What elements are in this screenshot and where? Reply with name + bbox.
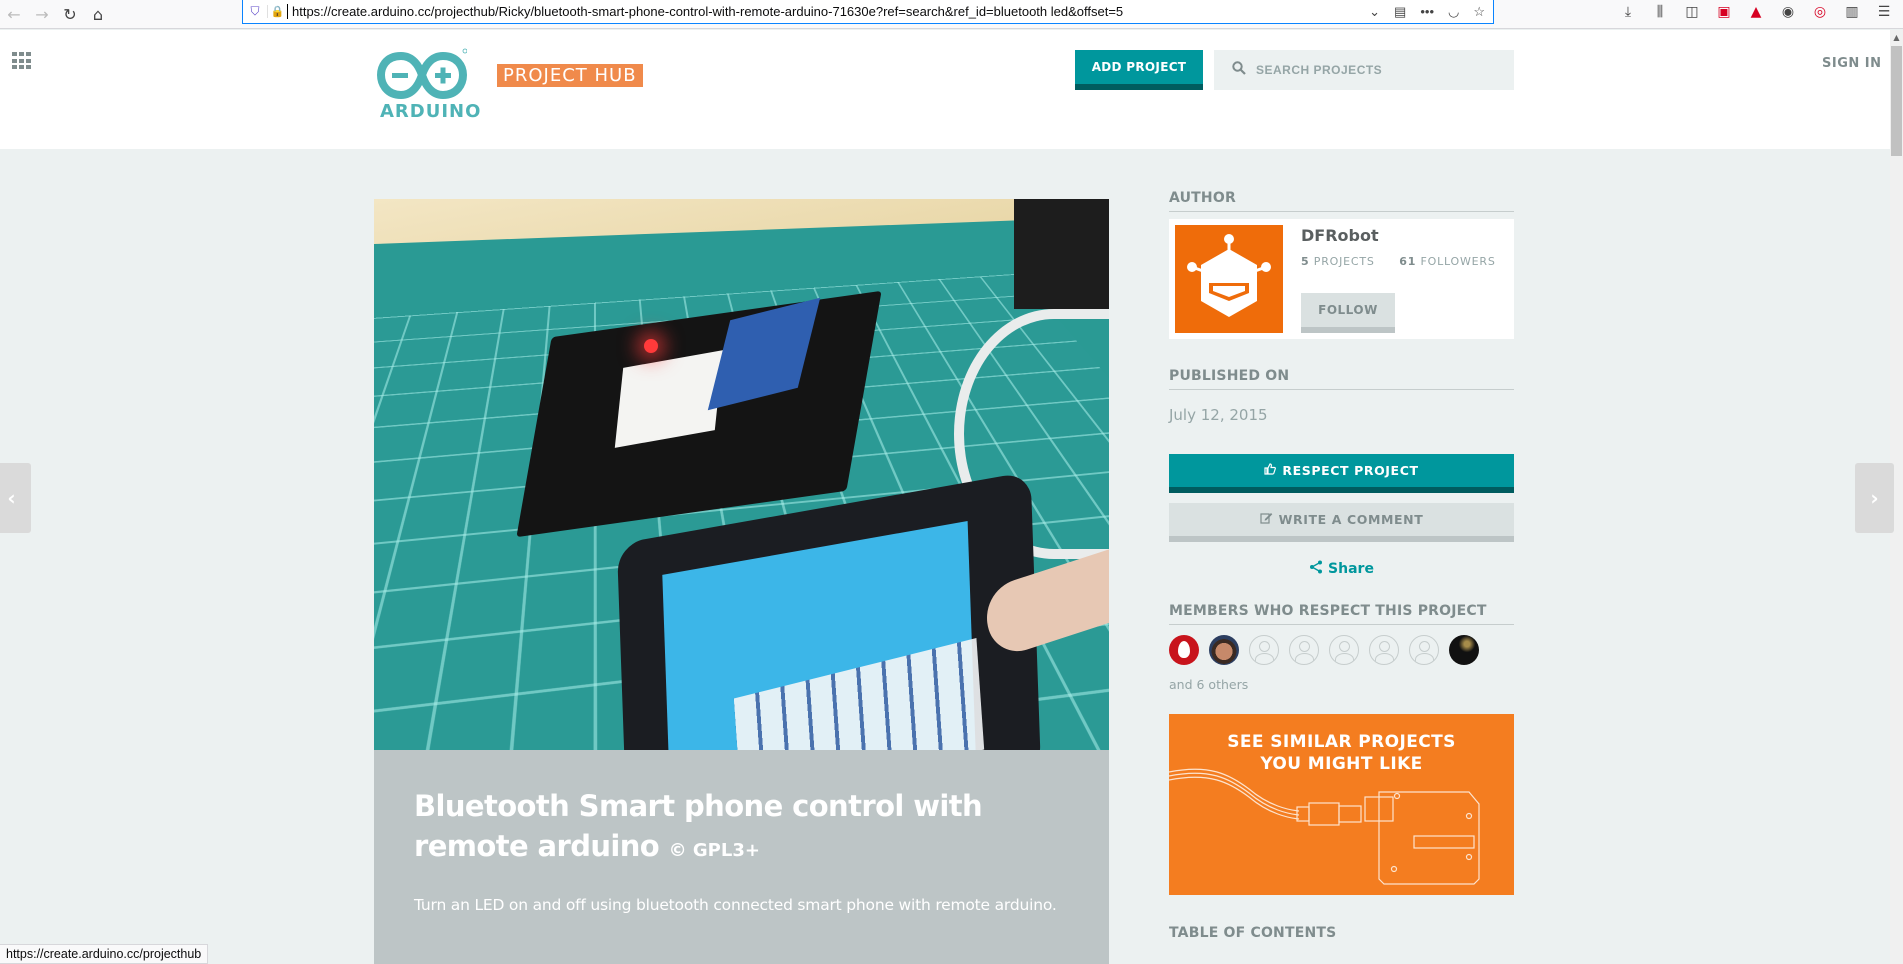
sidebar-icon[interactable]: ◫ xyxy=(1683,4,1701,20)
extension-icon[interactable]: ▣ xyxy=(1715,4,1733,20)
browser-toolbar: ← → ↻ ⌂ ⛉ 🔒 https://create.arduino.cc/pr… xyxy=(0,0,1903,29)
apps-grid-icon[interactable] xyxy=(12,52,32,70)
respect-project-button[interactable]: RESPECT PROJECT xyxy=(1169,454,1514,493)
share-button[interactable]: Share xyxy=(1169,560,1514,578)
followers-count: 61 xyxy=(1399,255,1417,268)
arduino-infinity-icon xyxy=(377,48,467,100)
author-stats: 5 PROJECTS 61 FOLLOWERS xyxy=(1301,255,1496,268)
similar-line-1: SEE SIMILAR PROJECTS xyxy=(1227,732,1456,752)
project-cover-image[interactable] xyxy=(374,199,1109,750)
author-heading: AUTHOR xyxy=(1169,190,1514,212)
published-heading: PUBLISHED ON xyxy=(1169,368,1514,390)
downloads-icon[interactable]: ⤓ xyxy=(1619,4,1637,20)
similar-projects-title: SEE SIMILAR PROJECTS YOU MIGHT LIKE xyxy=(1169,731,1514,775)
site-header: ARDUINO PROJECT HUB ADD PROJECT SIGN IN xyxy=(0,30,1890,149)
lock-icon[interactable]: 🔒 xyxy=(267,5,287,18)
reader-view-icon[interactable]: ▤ xyxy=(1394,4,1406,20)
scroll-thumb[interactable] xyxy=(1891,46,1902,156)
status-bar-url: https://create.arduino.cc/projecthub xyxy=(0,944,209,964)
thumbs-up-icon xyxy=(1264,463,1277,478)
projects-label[interactable]: PROJECTS xyxy=(1314,255,1375,268)
next-project-button[interactable]: › xyxy=(1855,463,1894,533)
similar-projects-banner[interactable]: SEE SIMILAR PROJECTS YOU MIGHT LIKE xyxy=(1169,714,1514,895)
share-label: Share xyxy=(1328,561,1374,577)
scroll-up-arrow-icon[interactable]: ▲ xyxy=(1890,30,1903,45)
search-input[interactable] xyxy=(1256,63,1496,77)
projects-count: 5 xyxy=(1301,255,1310,268)
forward-button[interactable]: → xyxy=(28,0,56,28)
project-title: Bluetooth Smart phone control with remot… xyxy=(414,786,1069,871)
page-actions-icon[interactable]: ••• xyxy=(1420,4,1434,19)
similar-line-2: YOU MIGHT LIKE xyxy=(1260,754,1423,774)
chevron-right-icon: › xyxy=(1870,486,1879,510)
follow-button[interactable]: FOLLOW xyxy=(1301,293,1395,333)
respect-label: RESPECT PROJECT xyxy=(1282,463,1419,478)
logo-wordmark: ARDUINO xyxy=(380,101,482,122)
followers-label[interactable]: FOLLOWERS xyxy=(1421,255,1496,268)
pdf-icon[interactable]: ▲ xyxy=(1747,4,1765,20)
members-heading: MEMBERS WHO RESPECT THIS PROJECT xyxy=(1169,603,1514,625)
reading-list-icon[interactable]: ▥ xyxy=(1843,4,1861,20)
search-box[interactable] xyxy=(1214,50,1514,90)
project-description: Turn an LED on and off using bluetooth c… xyxy=(414,896,1057,914)
write-comment-button[interactable]: WRITE A COMMENT xyxy=(1169,503,1514,542)
tracking-shield-icon[interactable]: ⛉ xyxy=(243,4,267,19)
member-avatar-default[interactable] xyxy=(1329,635,1359,665)
extension-search-icon[interactable]: ◎ xyxy=(1811,4,1829,20)
chevron-left-icon: ‹ xyxy=(7,486,16,510)
back-button[interactable]: ← xyxy=(0,0,28,28)
bookmark-star-icon[interactable]: ☆ xyxy=(1473,4,1485,20)
home-icon: ⌂ xyxy=(92,4,104,24)
previous-project-button[interactable]: ‹ xyxy=(0,463,31,533)
background-device xyxy=(1014,199,1109,309)
share-icon xyxy=(1309,560,1323,578)
others-count[interactable]: and 6 others xyxy=(1169,677,1514,692)
member-avatar[interactable] xyxy=(1209,635,1239,665)
reload-button[interactable]: ↻ xyxy=(56,0,84,28)
member-avatar[interactable] xyxy=(1169,635,1199,665)
table-of-contents-heading: TABLE OF CONTENTS xyxy=(1169,925,1337,941)
red-led xyxy=(644,339,658,353)
project-title-panel: Bluetooth Smart phone control with remot… xyxy=(374,750,1109,964)
url-dropdown-icon[interactable]: ⌄ xyxy=(1369,4,1380,20)
back-icon: ← xyxy=(7,4,21,24)
search-icon xyxy=(1232,61,1246,79)
published-date: July 12, 2015 xyxy=(1169,406,1268,424)
home-button[interactable]: ⌂ xyxy=(84,0,112,28)
member-avatar-default[interactable] xyxy=(1409,635,1439,665)
reload-icon: ↻ xyxy=(63,4,77,24)
pocket-icon[interactable]: ◡ xyxy=(1448,4,1459,20)
add-project-button[interactable]: ADD PROJECT xyxy=(1075,50,1203,90)
account-icon[interactable]: ◉ xyxy=(1779,4,1797,20)
member-avatars xyxy=(1169,635,1514,665)
logo-project-hub: PROJECT HUB xyxy=(497,64,643,87)
member-avatar-default[interactable] xyxy=(1289,635,1319,665)
arduino-project-hub-logo[interactable]: ARDUINO PROJECT HUB xyxy=(377,48,667,128)
dfrobot-logo-icon xyxy=(1187,234,1271,317)
menu-icon[interactable]: ☰ xyxy=(1875,4,1893,20)
member-avatar-default[interactable] xyxy=(1369,635,1399,665)
member-avatar[interactable] xyxy=(1449,635,1479,665)
edit-icon xyxy=(1260,512,1273,527)
project-sidebar: AUTHOR DFRobot 5 PROJECTS 61 FOLLOWERS F… xyxy=(1169,190,1514,946)
sign-in-link[interactable]: SIGN IN xyxy=(1822,56,1882,71)
member-avatar-default[interactable] xyxy=(1249,635,1279,665)
library-icon[interactable]: ⫼ xyxy=(1651,4,1669,20)
author-name[interactable]: DFRobot xyxy=(1301,226,1379,245)
author-card: DFRobot 5 PROJECTS 61 FOLLOWERS FOLLOW xyxy=(1169,219,1514,339)
address-bar[interactable]: ⛉ 🔒 https://create.arduino.cc/projecthub… xyxy=(242,0,1494,24)
forward-icon: → xyxy=(35,4,49,24)
author-avatar[interactable] xyxy=(1175,225,1283,333)
comment-label: WRITE A COMMENT xyxy=(1278,512,1424,527)
browser-extensions: ⤓ ⫼ ◫ ▣ ▲ ◉ ◎ ▥ ☰ xyxy=(1619,0,1893,24)
license-badge[interactable]: © GPL3+ xyxy=(669,840,760,861)
url-text[interactable]: https://create.arduino.cc/projecthub/Ric… xyxy=(287,4,1369,19)
